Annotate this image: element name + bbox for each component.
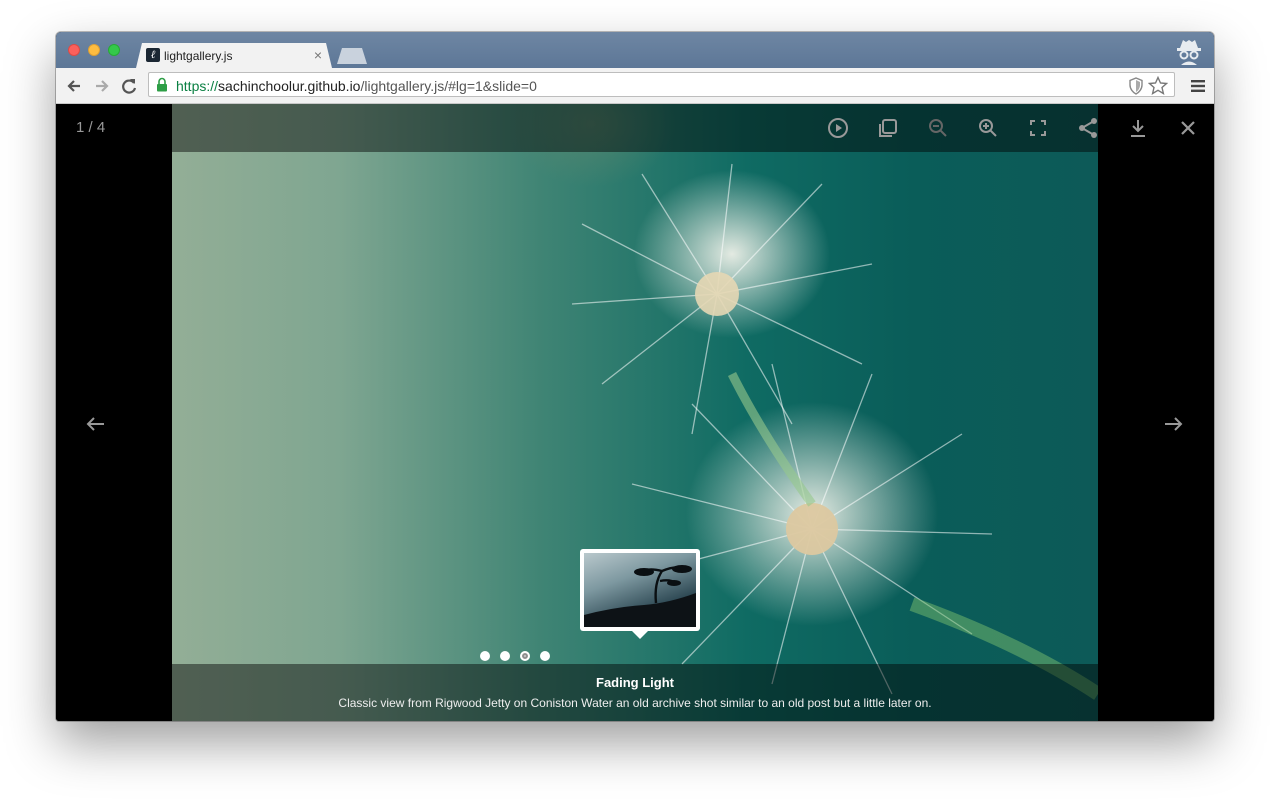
play-icon[interactable] — [826, 116, 850, 140]
browser-toolbar: https://sachinchoolur.github.io/lightgal… — [56, 68, 1214, 104]
window-minimize-button[interactable] — [88, 44, 100, 56]
browser-menu-icon[interactable] — [1190, 78, 1206, 94]
caption-bar: Fading Light Classic view from Rigwood J… — [172, 664, 1098, 721]
browser-window: ℓ lightgallery.js × https://sachinchoolu… — [56, 32, 1214, 721]
caption-description: Classic view from Rigwood Jetty on Conis… — [338, 696, 932, 710]
caption-title: Fading Light — [596, 675, 674, 690]
lightgallery-viewport: 1 / 4 Fading Light Classic view from Rig… — [56, 104, 1214, 721]
share-icon[interactable] — [1076, 116, 1100, 140]
url-path: /lightgallery.js/#lg=1&slide=0 — [360, 78, 537, 94]
thumbnail-image — [584, 553, 696, 627]
pager-dots — [480, 651, 560, 663]
gallery-toolbar: 1 / 4 — [56, 104, 1214, 152]
bookmark-star-icon[interactable] — [1148, 76, 1168, 95]
url-text: https://sachinchoolur.github.io/lightgal… — [176, 78, 537, 94]
download-icon[interactable] — [1126, 116, 1150, 140]
lock-icon — [157, 77, 167, 92]
next-arrow-icon[interactable] — [1161, 412, 1185, 436]
thumbnails-icon[interactable] — [876, 116, 900, 140]
address-bar[interactable]: https://sachinchoolur.github.io/lightgal… — [148, 72, 1175, 97]
pager-dot-2[interactable] — [500, 651, 510, 661]
tab-title: lightgallery.js — [164, 49, 233, 63]
tab-strip: ℓ lightgallery.js × — [56, 32, 1214, 68]
pager-dot-4[interactable] — [540, 651, 550, 661]
browser-tab-active[interactable]: ℓ lightgallery.js × — [136, 43, 332, 68]
new-tab-button[interactable] — [337, 48, 367, 64]
reload-icon[interactable] — [119, 76, 139, 96]
window-close-button[interactable] — [68, 44, 80, 56]
pager-dot-1[interactable] — [480, 651, 490, 661]
slide-counter: 1 / 4 — [76, 119, 106, 136]
zoom-in-icon[interactable] — [976, 116, 1000, 140]
close-icon[interactable] — [1176, 116, 1200, 140]
incognito-icon — [1177, 40, 1201, 65]
favicon-icon: ℓ — [146, 48, 160, 62]
shield-icon[interactable] — [1128, 77, 1144, 95]
prev-arrow-icon[interactable] — [84, 412, 108, 436]
url-host: sachinchoolur.github.io — [218, 78, 361, 94]
zoom-out-icon[interactable] — [926, 116, 950, 140]
fullscreen-icon[interactable] — [1026, 116, 1050, 140]
url-scheme: https:// — [176, 78, 219, 94]
thumbnail-tree-illustration — [584, 565, 696, 627]
window-maximize-button[interactable] — [108, 44, 120, 56]
forward-icon[interactable] — [92, 76, 112, 96]
tab-close-icon[interactable]: × — [314, 47, 322, 63]
back-icon[interactable] — [64, 76, 84, 96]
pager-dot-3[interactable] — [520, 651, 530, 661]
thumbnail-preview — [580, 549, 700, 639]
